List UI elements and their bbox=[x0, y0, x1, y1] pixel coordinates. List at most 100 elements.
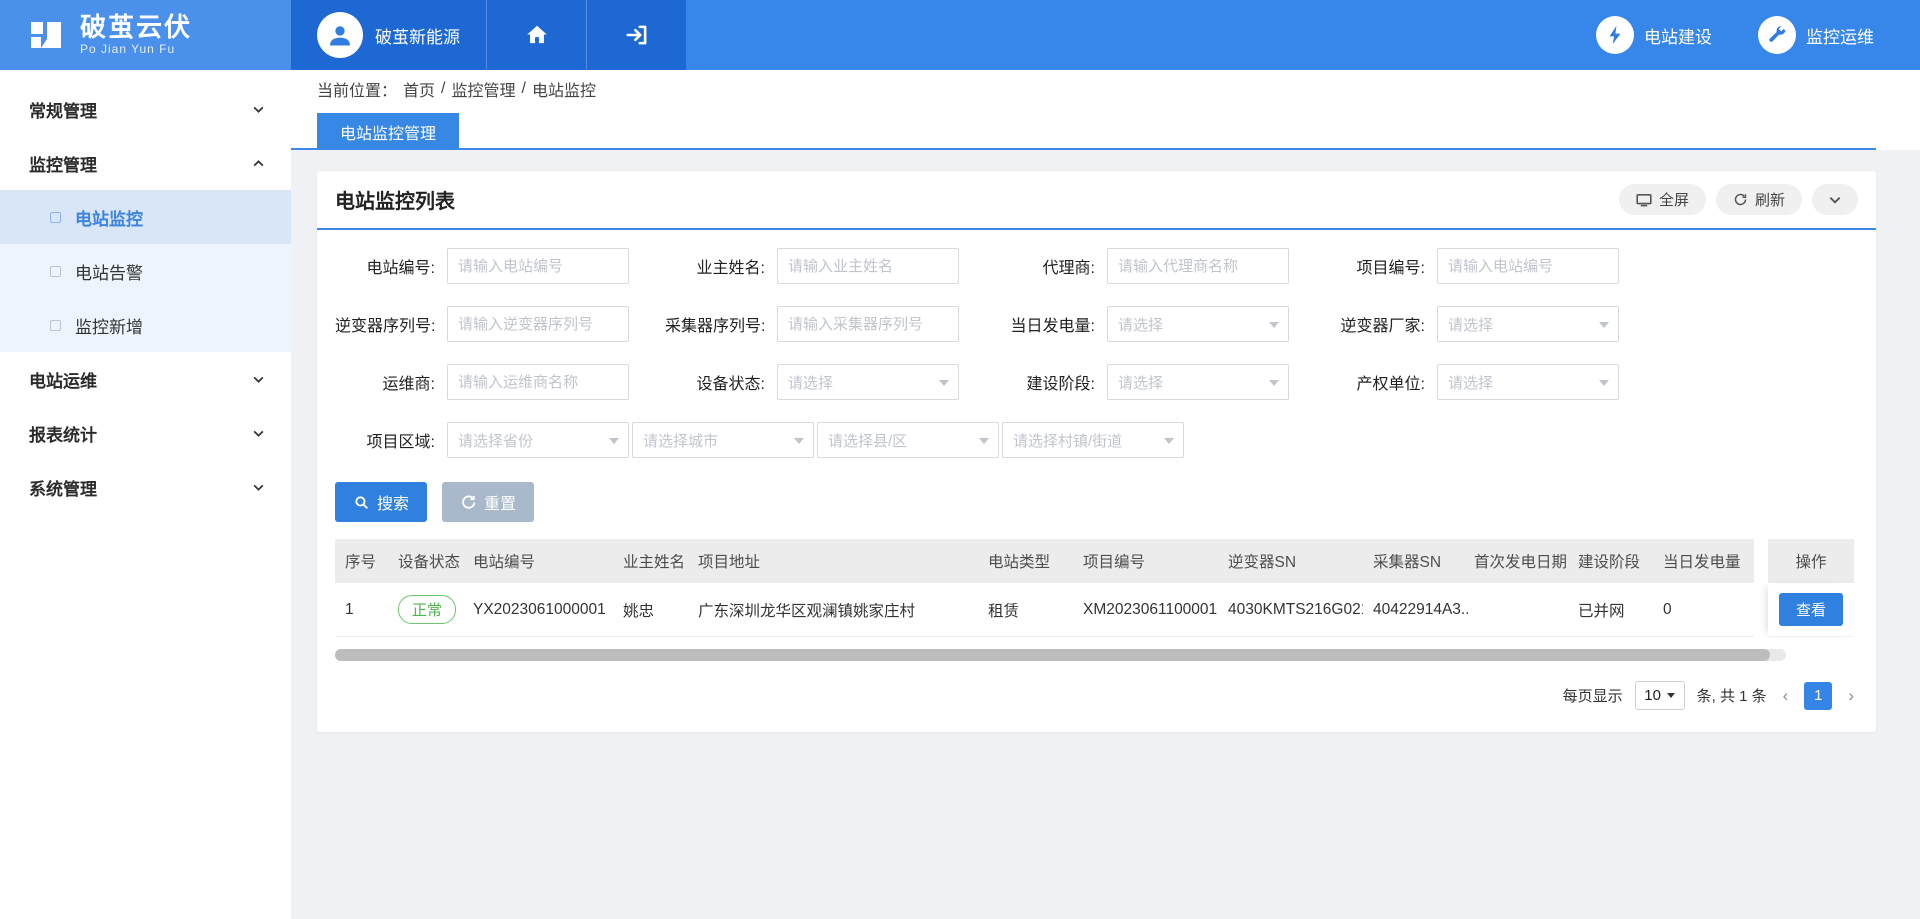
device-status-select[interactable]: 请选择 bbox=[777, 364, 959, 400]
inverter-sn-input[interactable] bbox=[447, 306, 629, 342]
field-label: 代理商: bbox=[995, 254, 1095, 278]
station-no-input[interactable] bbox=[447, 248, 629, 284]
search-icon bbox=[353, 494, 370, 511]
collapse-button[interactable] bbox=[1812, 184, 1858, 215]
view-button[interactable]: 查看 bbox=[1779, 593, 1843, 626]
sidebar-item-monitor-mgmt[interactable]: 监控管理 bbox=[0, 136, 291, 190]
sidebar-item-label: 监控管理 bbox=[29, 151, 97, 176]
sidebar-item-general[interactable]: 常规管理 bbox=[0, 82, 291, 136]
breadcrumb: 当前位置： 首页 / 监控管理 / 电站监控 bbox=[291, 70, 1920, 108]
reset-button[interactable]: 重置 bbox=[442, 482, 534, 522]
cell-stage: 已并网 bbox=[1568, 583, 1653, 637]
col-stage: 建设阶段 bbox=[1568, 539, 1653, 583]
sidebar-item-reports[interactable]: 报表统计 bbox=[0, 406, 291, 460]
county-select[interactable]: 请选择县/区 bbox=[817, 422, 999, 458]
brand-name: 破茧云伏 bbox=[80, 14, 192, 41]
ops-vendor-input[interactable] bbox=[447, 364, 629, 400]
breadcrumb-home[interactable]: 首页 bbox=[403, 77, 435, 101]
module-operation[interactable]: 监控运维 bbox=[1758, 16, 1874, 54]
collector-sn-input[interactable] bbox=[777, 306, 959, 342]
tab-station-monitor-mgmt[interactable]: 电站监控管理 bbox=[317, 113, 459, 150]
cell-first-power-date bbox=[1468, 583, 1568, 637]
sidebar-item-label: 电站运维 bbox=[29, 367, 97, 392]
col-device-status: 设备状态 bbox=[388, 539, 463, 583]
daily-power-select[interactable]: 请选择 bbox=[1107, 306, 1289, 342]
breadcrumb-separator: / bbox=[522, 80, 526, 98]
caret-down-icon bbox=[1164, 438, 1174, 444]
topbar-modules: 电站建设 监控运维 bbox=[1596, 0, 1920, 70]
sidebar-item-station-ops[interactable]: 电站运维 bbox=[0, 352, 291, 406]
wrench-icon bbox=[1758, 16, 1796, 54]
user-avatar-icon bbox=[317, 12, 363, 58]
sidebar-subitem-monitor-add[interactable]: 监控新增 bbox=[0, 298, 291, 352]
project-no-input[interactable] bbox=[1437, 248, 1619, 284]
reset-icon bbox=[460, 494, 477, 511]
col-inverter-sn: 逆变器SN bbox=[1218, 539, 1363, 583]
refresh-button[interactable]: 刷新 bbox=[1716, 184, 1802, 215]
field-label: 项目编号: bbox=[1325, 254, 1425, 278]
select-placeholder: 请选择 bbox=[1118, 314, 1163, 335]
search-form: 电站编号: 业主姓名: 代理商: 项目编号: bbox=[317, 230, 1876, 458]
col-index: 序号 bbox=[335, 539, 388, 583]
logout-button[interactable] bbox=[586, 0, 686, 70]
caret-down-icon bbox=[1269, 322, 1279, 328]
sidebar-item-label: 常规管理 bbox=[29, 97, 97, 122]
search-button[interactable]: 搜索 bbox=[335, 482, 427, 522]
table-header: 序号 设备状态 电站编号 业主姓名 项目地址 电站类型 项目编号 逆变器SN 采… bbox=[335, 539, 1858, 583]
fullscreen-label: 全屏 bbox=[1659, 189, 1689, 210]
user-menu[interactable]: 破茧新能源 bbox=[291, 0, 486, 70]
col-collector-sn: 采集器SN bbox=[1363, 539, 1468, 583]
prev-page-button[interactable]: ‹ bbox=[1779, 686, 1793, 706]
cell-daily-power: 0 bbox=[1653, 583, 1754, 637]
col-action: 操作 bbox=[1768, 539, 1854, 583]
home-button[interactable] bbox=[486, 0, 586, 70]
card-header: 电站监控列表 全屏 刷新 bbox=[317, 171, 1876, 230]
module-construction[interactable]: 电站建设 bbox=[1596, 16, 1712, 54]
town-select[interactable]: 请选择村镇/街道 bbox=[1002, 422, 1184, 458]
caret-down-icon bbox=[1269, 380, 1279, 386]
cell-address: 广东深圳龙华区观澜镇姚家庄村 bbox=[688, 583, 978, 637]
brand-logo-icon bbox=[24, 13, 68, 57]
caret-down-icon bbox=[979, 438, 989, 444]
inverter-vendor-select[interactable]: 请选择 bbox=[1437, 306, 1619, 342]
card-title: 电站监控列表 bbox=[335, 185, 455, 214]
scrollbar-thumb[interactable] bbox=[335, 649, 1770, 661]
col-daily-power: 当日发电量 bbox=[1653, 539, 1754, 583]
sidebar-subitem-station-monitor[interactable]: 电站监控 bbox=[0, 190, 291, 244]
per-page-select[interactable]: 10 bbox=[1635, 681, 1685, 710]
content: 电站监控列表 全屏 刷新 bbox=[291, 150, 1920, 732]
page-1-button[interactable]: 1 bbox=[1804, 682, 1832, 710]
agent-input[interactable] bbox=[1107, 248, 1289, 284]
select-placeholder: 请选择省份 bbox=[458, 430, 533, 451]
province-select[interactable]: 请选择省份 bbox=[447, 422, 629, 458]
breadcrumb-section[interactable]: 监控管理 bbox=[451, 77, 515, 101]
station-table: 序号 设备状态 电站编号 业主姓名 项目地址 电站类型 项目编号 逆变器SN 采… bbox=[335, 539, 1858, 661]
module-construction-label: 电站建设 bbox=[1644, 23, 1712, 48]
total-count-label: 条, 共 1 条 bbox=[1697, 685, 1767, 706]
form-buttons: 搜索 重置 bbox=[317, 458, 1876, 522]
home-icon bbox=[524, 22, 550, 48]
refresh-label: 刷新 bbox=[1755, 189, 1785, 210]
property-unit-select[interactable]: 请选择 bbox=[1437, 364, 1619, 400]
caret-down-icon bbox=[1599, 322, 1609, 328]
build-stage-select[interactable]: 请选择 bbox=[1107, 364, 1289, 400]
lightning-icon bbox=[1596, 16, 1634, 54]
field-label: 业主姓名: bbox=[665, 254, 765, 278]
horizontal-scrollbar[interactable] bbox=[335, 649, 1786, 661]
select-placeholder: 请选择县/区 bbox=[828, 430, 907, 451]
next-page-button[interactable]: › bbox=[1844, 686, 1858, 706]
cell-type: 租赁 bbox=[978, 583, 1073, 637]
field-label: 逆变器厂家: bbox=[1325, 312, 1425, 336]
brand-logo: 破茧云伏 Po Jian Yun Fu bbox=[0, 0, 291, 70]
city-select[interactable]: 请选择城市 bbox=[632, 422, 814, 458]
fullscreen-button[interactable]: 全屏 bbox=[1619, 184, 1706, 215]
chevron-down-icon bbox=[1828, 193, 1842, 207]
sidebar-item-system[interactable]: 系统管理 bbox=[0, 460, 291, 514]
field-label: 当日发电量: bbox=[995, 312, 1095, 336]
sidebar-subitem-station-alarm[interactable]: 电站告警 bbox=[0, 244, 291, 298]
caret-down-icon bbox=[1667, 693, 1675, 698]
submenu-square-icon bbox=[50, 320, 61, 331]
cell-action: 查看 bbox=[1768, 583, 1854, 637]
sidebar-item-label: 系统管理 bbox=[29, 475, 97, 500]
owner-name-input[interactable] bbox=[777, 248, 959, 284]
